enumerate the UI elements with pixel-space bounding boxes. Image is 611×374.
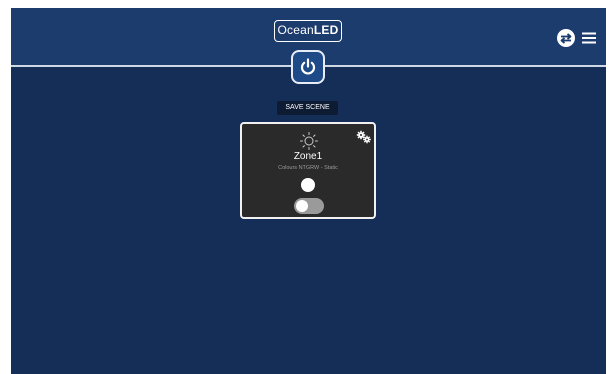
zone-card[interactable]: Zone1 Colours NTGRW - Static — [240, 122, 376, 219]
toggle-knob — [296, 200, 308, 212]
sync-icon[interactable] — [556, 28, 576, 48]
zone-power-toggle[interactable] — [294, 198, 324, 214]
zone-name: Zone1 — [293, 151, 323, 162]
save-scene-button[interactable]: SAVE SCENE — [277, 101, 338, 115]
oceanled-logo: OceanLED — [274, 20, 342, 42]
app-screen: OceanLED SAVE SCENE Zone1 Colours NTGRW … — [11, 8, 606, 374]
zone-subtitle: Colours NTGRW - Static — [278, 165, 338, 171]
power-icon — [300, 58, 316, 75]
gears-icon[interactable] — [356, 130, 372, 144]
sun-icon — [300, 132, 318, 150]
power-button[interactable] — [291, 50, 325, 84]
zone-color-swatch[interactable] — [301, 178, 315, 192]
logo-text-light: Ocean — [277, 23, 314, 37]
hamburger-menu-icon[interactable] — [581, 30, 597, 46]
logo-text-bold: LED — [313, 23, 339, 37]
